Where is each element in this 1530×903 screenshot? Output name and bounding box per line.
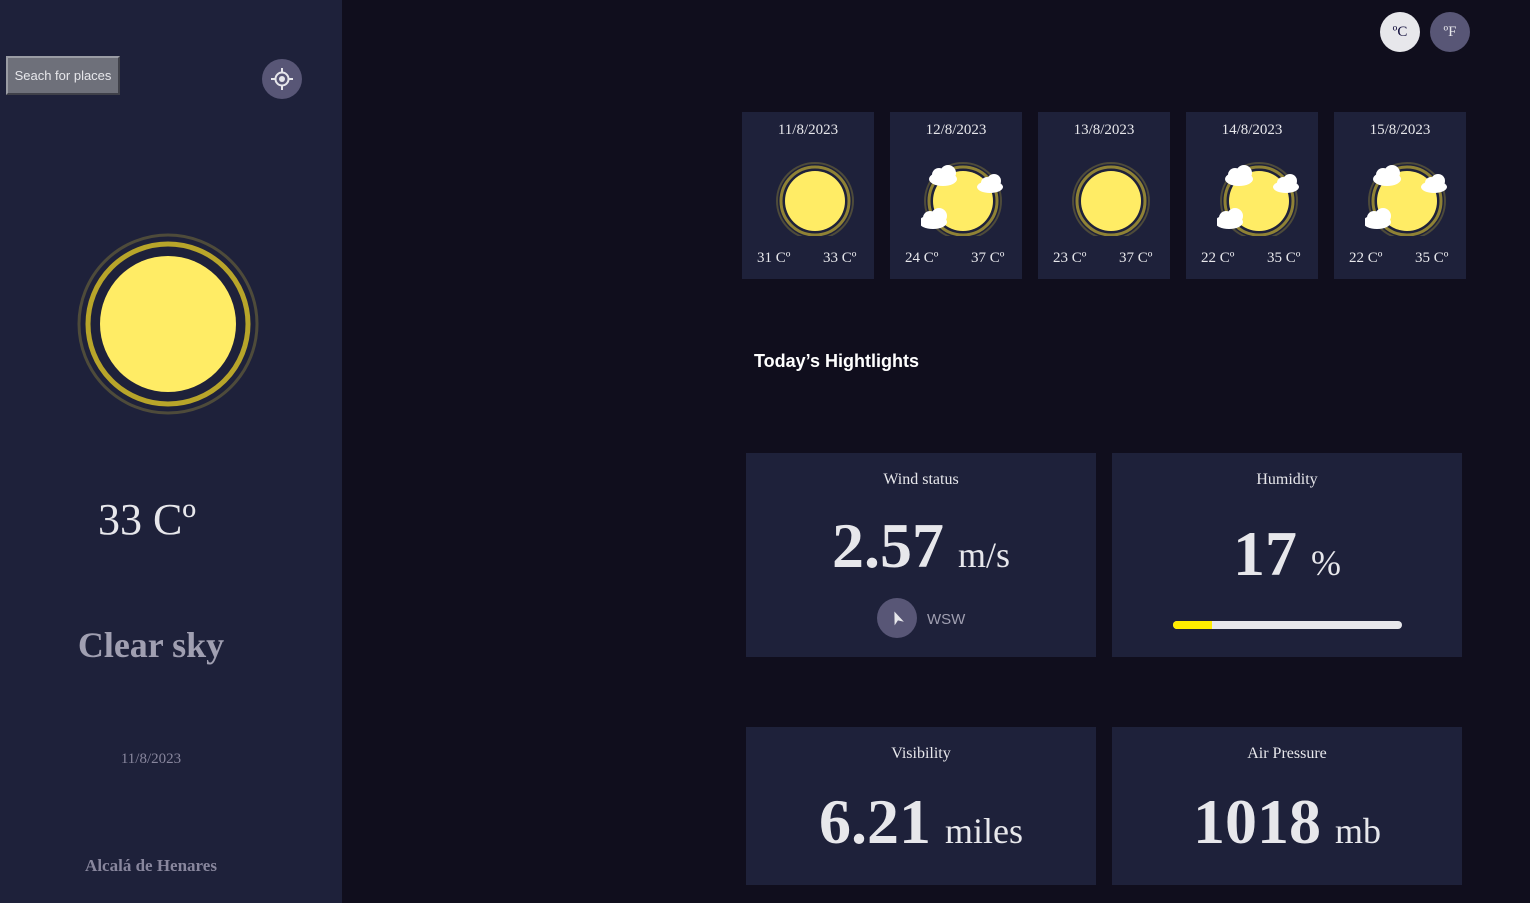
sun-clouds-icon <box>1365 162 1447 236</box>
air-pressure-value: 1018 <box>1192 786 1321 857</box>
forecast-min-temp: 23 Cº <box>1053 250 1087 266</box>
wind-speed-value: 2.57 <box>831 510 944 581</box>
forecast-max-temp: 37 Cº <box>1119 250 1153 266</box>
forecast-max-temp: 35 Cº <box>1267 250 1301 266</box>
highlights-title: Today’s Hightlights <box>754 351 919 371</box>
search-places-button[interactable]: Seach for places <box>6 56 120 95</box>
sun-icon <box>1072 162 1150 236</box>
wind-status-card: Wind status 2.57 m/s WSW <box>746 453 1096 657</box>
forecast-card: 13/8/2023 23 Cº 37 Cº <box>1038 112 1170 279</box>
forecast-card: 11/8/2023 31 Cº 33 Cº <box>742 112 874 279</box>
visibility-card: Visibility 6.21 miles <box>746 727 1096 885</box>
forecast-card: 15/8/2023 22 Cº 35 Cº <box>1334 112 1466 279</box>
forecast-min-temp: 22 Cº <box>1349 250 1383 266</box>
forecast-max-temp: 33 Cº <box>823 250 857 266</box>
sun-clouds-icon <box>1217 162 1299 236</box>
wind-direction-indicator <box>877 598 917 638</box>
crosshair-icon <box>271 68 293 90</box>
humidity-value: 17 <box>1233 518 1297 589</box>
humidity-value-row: 17% <box>1112 517 1462 591</box>
air-pressure-label: Air Pressure <box>1247 745 1327 762</box>
sidebar: Seach for places 33 Cº Clear sky 11/8/20… <box>0 0 342 903</box>
forecast-date: 11/8/2023 <box>777 122 839 138</box>
forecast-min-temp: 24 Cº <box>905 250 939 266</box>
visibility-value: 6.21 <box>819 786 931 857</box>
humidity-unit: % <box>1311 543 1341 583</box>
visibility-unit: miles <box>945 811 1023 851</box>
sun-icon <box>776 162 854 236</box>
forecast-max-temp: 37 Cº <box>971 250 1005 266</box>
forecast-card: 12/8/2023 24 Cº 37 Cº <box>890 112 1022 279</box>
humidity-label: Humidity <box>1256 471 1318 488</box>
forecast-card: 14/8/2023 22 Cº 35 Cº <box>1186 112 1318 279</box>
forecast-min-temp: 31 Cº <box>757 250 791 266</box>
visibility-value-row: 6.21 miles <box>746 785 1096 859</box>
fahrenheit-button[interactable]: ºF <box>1430 12 1470 52</box>
humidity-progress-fill <box>1173 621 1212 629</box>
air-pressure-unit: mb <box>1334 811 1381 851</box>
location-name: Alcalá de Henares <box>85 856 217 875</box>
forecast-min-temp: 22 Cº <box>1201 250 1235 266</box>
navigation-arrow-icon <box>894 611 904 626</box>
current-temperature: 33 Cº <box>98 495 196 544</box>
sun-icon <box>77 233 259 415</box>
wind-status-label: Wind status <box>883 471 959 488</box>
current-location-button[interactable] <box>262 59 302 99</box>
air-pressure-card: Air Pressure 1018 mb <box>1112 727 1462 885</box>
sun-clouds-icon <box>921 162 1003 236</box>
humidity-card: Humidity 17% <box>1112 453 1462 657</box>
weather-condition: Clear sky <box>77 625 225 665</box>
wind-speed-unit: m/s <box>957 535 1010 575</box>
forecast-date: 14/8/2023 <box>1221 122 1283 138</box>
forecast-date: 13/8/2023 <box>1073 122 1135 138</box>
celsius-button[interactable]: ºC <box>1380 12 1420 52</box>
wind-direction-label: WSW <box>927 611 966 628</box>
air-pressure-value-row: 1018 mb <box>1112 785 1462 859</box>
forecast-date: 12/8/2023 <box>925 122 987 138</box>
current-date: 11/8/2023 <box>120 751 182 767</box>
humidity-progress-bar <box>1173 621 1402 629</box>
forecast-date: 15/8/2023 <box>1369 122 1431 138</box>
wind-value-row: 2.57 m/s <box>746 509 1096 583</box>
forecast-max-temp: 35 Cº <box>1415 250 1449 266</box>
visibility-label: Visibility <box>891 745 951 762</box>
